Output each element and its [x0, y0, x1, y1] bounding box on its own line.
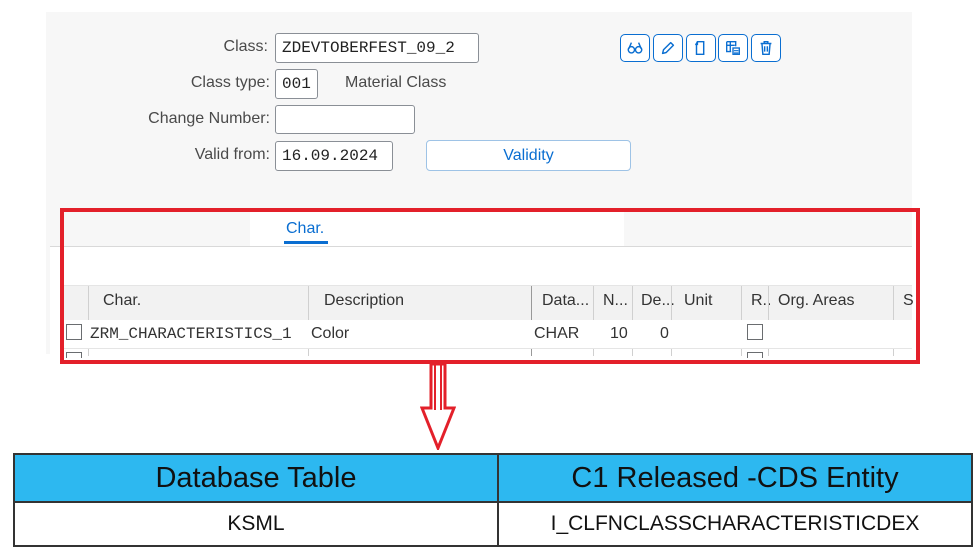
display-glasses-icon[interactable]	[620, 34, 650, 62]
class-field[interactable]: ZDEVTOBERFEST_09_2	[275, 33, 479, 63]
highlight-box	[60, 208, 920, 364]
class-type-description: Material Class	[345, 74, 447, 91]
delete-trash-icon[interactable]	[751, 34, 781, 62]
mapping-cell-cds-entity: I_CLFNCLASSCHARACTERISTICDEX	[497, 501, 973, 547]
copy-document-icon[interactable]	[686, 34, 716, 62]
mapping-header-database-table: Database Table	[13, 453, 499, 503]
change-number-label: Change Number:	[148, 110, 270, 127]
class-type-label: Class type:	[190, 74, 270, 91]
edit-pencil-icon[interactable]	[653, 34, 683, 62]
validity-button[interactable]: Validity	[426, 140, 631, 171]
valid-from-label: Valid from:	[194, 146, 270, 163]
class-type-field[interactable]: 001	[275, 69, 318, 99]
mapping-header-cds-entity: C1 Released -CDS Entity	[497, 453, 973, 503]
valid-from-field[interactable]: 16.09.2024	[275, 141, 393, 171]
class-label: Class:	[223, 38, 268, 55]
mapping-table: Database Table C1 Released -CDS Entity K…	[13, 453, 973, 547]
table-settings-icon[interactable]	[718, 34, 748, 62]
mapping-cell-database-table: KSML	[13, 501, 499, 547]
change-number-field[interactable]	[275, 105, 415, 134]
down-arrow-icon	[420, 364, 456, 450]
